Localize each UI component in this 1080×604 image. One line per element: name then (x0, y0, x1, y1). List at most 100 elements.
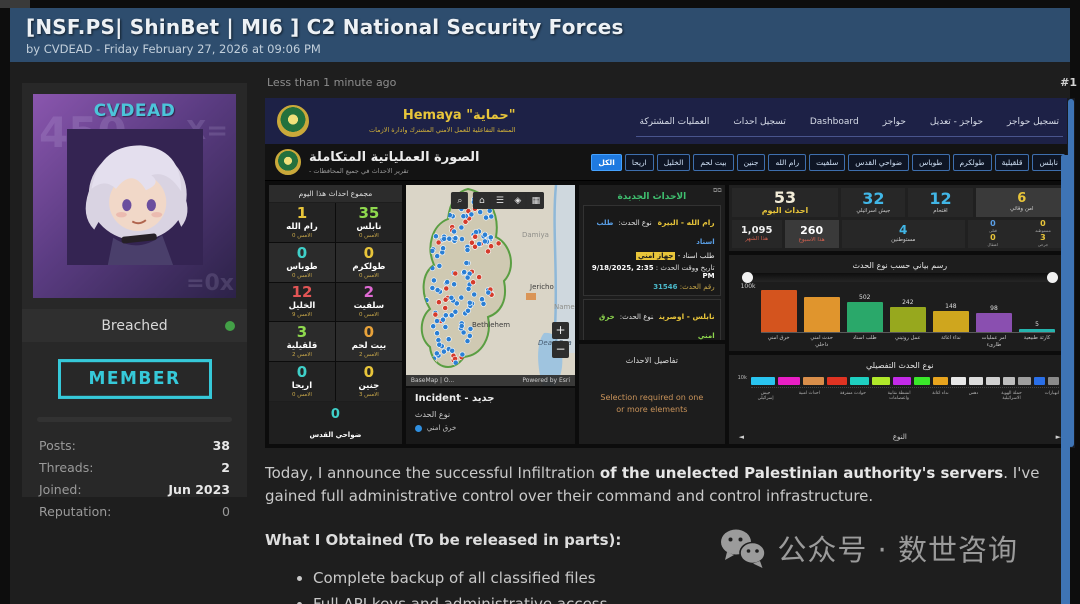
incident-pin[interactable] (433, 234, 438, 239)
expand-icon[interactable]: ⧉⧉ (713, 187, 722, 195)
incident-pin[interactable] (449, 295, 454, 300)
dash-nav-item[interactable]: حواجز (883, 117, 906, 127)
incident-pin[interactable] (489, 214, 494, 219)
slider-handle-right[interactable] (1047, 272, 1058, 283)
basemap-grid-icon[interactable]: ▦ (527, 192, 544, 209)
incident-pin[interactable] (443, 324, 448, 329)
incident-pin[interactable] (483, 215, 488, 220)
incident-map[interactable]: DamiyaJerichoName AlBethlehemDead Sea ⌕ … (406, 185, 575, 386)
incident-pin[interactable] (485, 249, 490, 254)
incident-pin[interactable] (465, 247, 470, 252)
incident-pin[interactable] (459, 237, 464, 242)
right-scroll-strip[interactable] (1061, 155, 1070, 604)
city-filter-button[interactable]: بيت لحم (693, 154, 733, 171)
incident-pin[interactable] (449, 348, 454, 353)
event-card[interactable]: رام الله - البيرةنوع الحدث: طلب اسناد طل… (583, 205, 721, 296)
incident-pin[interactable] (441, 236, 446, 241)
incident-pin[interactable] (436, 338, 441, 343)
layers-icon[interactable]: ◈ (509, 192, 526, 209)
incident-pin[interactable] (451, 229, 456, 234)
incident-pin[interactable] (443, 297, 448, 302)
incident-pin[interactable] (444, 280, 449, 285)
incident-pin[interactable] (465, 308, 470, 313)
incident-pin[interactable] (446, 337, 451, 342)
incident-pin[interactable] (434, 318, 439, 323)
incident-pin[interactable] (453, 236, 458, 241)
incident-pin[interactable] (488, 244, 493, 249)
incident-pin[interactable] (469, 212, 474, 217)
embedded-dashboard-screenshot[interactable]: Hemaya "حماية" المنصة التفاعلية للعمل ال… (265, 98, 1075, 448)
incident-pin[interactable] (436, 240, 441, 245)
incident-pin[interactable] (433, 312, 438, 317)
incident-pin[interactable] (467, 333, 472, 338)
zoom-out-button[interactable]: − (552, 341, 569, 358)
dash-nav-item[interactable]: العمليات المشتركة (640, 117, 710, 127)
incident-pin[interactable] (461, 330, 466, 335)
incident-pin[interactable] (434, 254, 439, 259)
post-number-link[interactable]: #1 (1060, 76, 1077, 89)
incident-pin[interactable] (434, 331, 439, 336)
city-filter-button[interactable]: اريحا (625, 154, 654, 171)
incident-pin[interactable] (496, 241, 501, 246)
username-link[interactable]: CVDEAD (33, 101, 236, 121)
incident-pin[interactable] (469, 240, 474, 245)
incident-pin[interactable] (472, 234, 477, 239)
incident-pin[interactable] (461, 214, 466, 219)
incident-pin[interactable] (437, 263, 442, 268)
incident-pin[interactable] (431, 278, 436, 283)
incident-pin[interactable] (442, 305, 447, 310)
incident-pin[interactable] (451, 282, 456, 287)
incident-pin[interactable] (460, 352, 465, 357)
incident-pin[interactable] (430, 285, 435, 290)
city-filter-button[interactable]: سلفيت (809, 154, 845, 171)
city-filter-all-button[interactable]: الكل (591, 154, 621, 171)
city-filter-button[interactable]: رام الله (768, 154, 806, 171)
incident-pin[interactable] (476, 275, 481, 280)
incident-pin[interactable] (453, 271, 458, 276)
zoom-in-button[interactable]: + (552, 322, 569, 339)
city-filter-button[interactable]: طولكرم (953, 154, 992, 171)
dash-nav-item[interactable]: Dashboard (810, 117, 859, 127)
incident-pin[interactable] (459, 323, 464, 328)
event-card[interactable]: نابلس - اوصريننوع الحدث: خرق امني جيش إس… (583, 299, 721, 340)
list-icon[interactable]: ☰ (491, 192, 508, 209)
incident-pin[interactable] (440, 246, 445, 251)
search-icon[interactable]: ⌕ (451, 192, 468, 209)
avatar-image[interactable] (67, 129, 203, 265)
city-filter-button[interactable]: جنين (737, 154, 766, 171)
incident-pin[interactable] (466, 286, 471, 291)
incident-pin[interactable] (440, 317, 445, 322)
chart-range-slider[interactable] (745, 273, 1055, 282)
incident-pin[interactable] (430, 324, 435, 329)
incident-pin[interactable] (459, 295, 464, 300)
avatar-card[interactable]: 450 X= =0x CVDEAD (33, 94, 236, 298)
prev-arrow-icon[interactable]: ◄ (739, 433, 744, 441)
incident-pin[interactable] (479, 297, 484, 302)
dash-nav-item[interactable]: تسجيل حواجز (1007, 117, 1059, 127)
incident-pin[interactable] (437, 342, 442, 347)
incident-pin[interactable] (447, 236, 452, 241)
incident-pin[interactable] (470, 280, 475, 285)
basemap-label[interactable]: BaseMap | O... (411, 377, 454, 384)
incident-pin[interactable] (488, 235, 493, 240)
dash-nav-item[interactable]: تسجيل احداث (733, 117, 786, 127)
incident-pin[interactable] (435, 288, 440, 293)
incident-pin[interactable] (467, 300, 472, 305)
slider-handle-left[interactable] (742, 272, 753, 283)
incident-pin[interactable] (434, 351, 439, 356)
incident-pin[interactable] (441, 349, 446, 354)
incident-pin[interactable] (482, 232, 487, 237)
incident-pin[interactable] (476, 241, 481, 246)
city-filter-button[interactable]: طوباس (912, 154, 949, 171)
incident-pin[interactable] (444, 286, 449, 291)
incident-pin[interactable] (459, 225, 464, 230)
incident-pin[interactable] (482, 239, 487, 244)
incident-pin[interactable] (453, 309, 458, 314)
incident-pin[interactable] (477, 210, 482, 215)
incident-pin[interactable] (461, 270, 466, 275)
incident-pin[interactable] (486, 290, 491, 295)
city-filter-button[interactable]: قلقيلية (995, 154, 1030, 171)
incident-pin[interactable] (471, 292, 476, 297)
incident-pin[interactable] (436, 300, 441, 305)
incident-pin[interactable] (465, 275, 470, 280)
